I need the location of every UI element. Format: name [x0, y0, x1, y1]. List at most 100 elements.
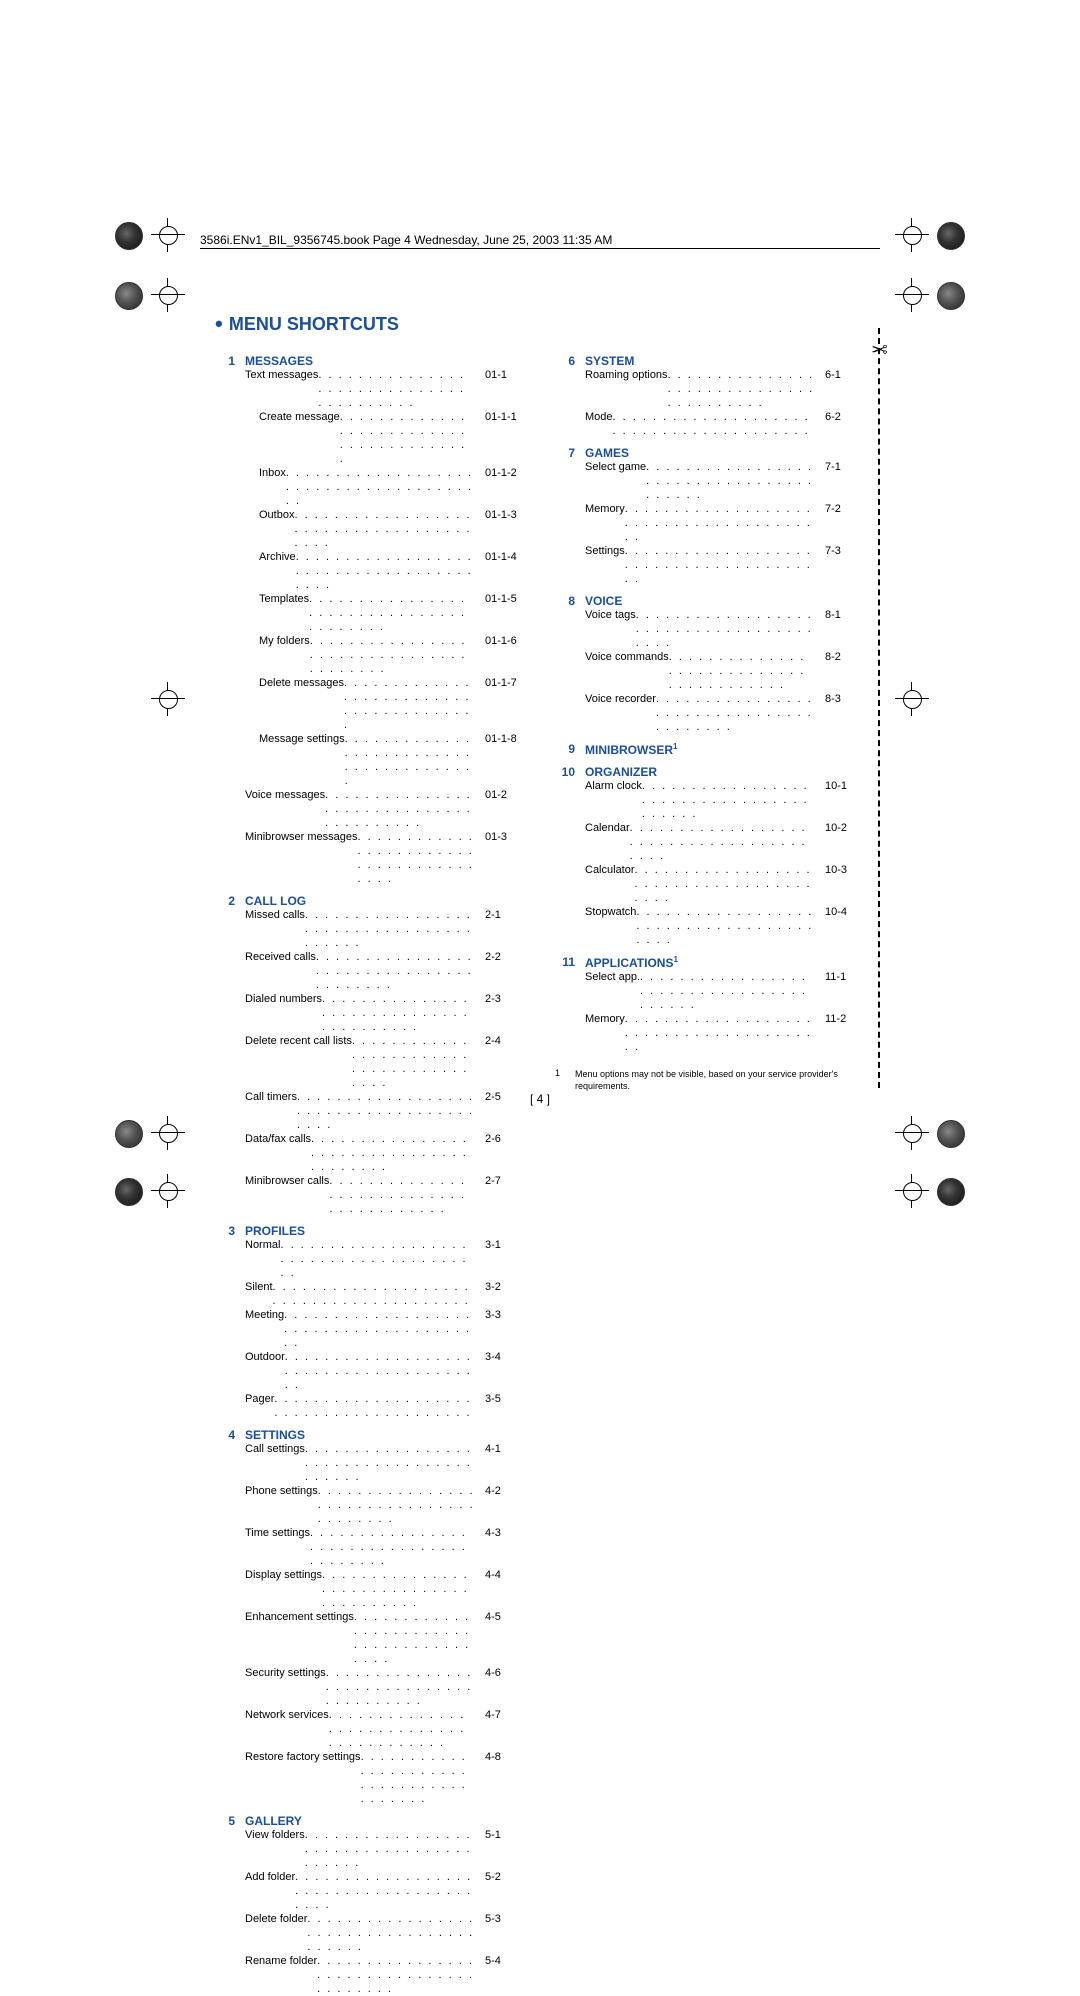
- toc-item-label: Received calls: [245, 950, 316, 992]
- toc-item-label: View folders: [245, 1828, 305, 1870]
- toc-item-label: Archive: [259, 550, 296, 592]
- header-rule: [200, 248, 880, 249]
- section-header: 10ORGANIZER: [555, 765, 865, 779]
- section-header: 3PROFILES: [215, 1224, 525, 1238]
- leader-dots: [354, 1610, 475, 1666]
- footnote-marker: 1: [673, 742, 677, 751]
- toc-item: Calendar10-2: [585, 821, 865, 863]
- toc-item-code: 5-1: [475, 1828, 525, 1870]
- toc-item-code: 4-6: [475, 1666, 525, 1708]
- toc-item: Settings7-3: [585, 544, 865, 586]
- leader-dots: [273, 1280, 475, 1308]
- toc-item-code: 10-2: [815, 821, 865, 863]
- toc-item-code: 6-2: [815, 410, 865, 438]
- section-header: 1 MESSAGES: [215, 354, 525, 368]
- toc-item: Templates01-1-5: [259, 592, 525, 634]
- toc-item-label: Select game: [585, 460, 646, 502]
- toc-item-code: 01-1-5: [475, 592, 525, 634]
- toc-item-code: 10-3: [815, 863, 865, 905]
- toc-item: Select app.11-1: [585, 970, 865, 1012]
- toc-item: Outdoor3-4: [245, 1350, 525, 1392]
- crop-mark-icon: [115, 222, 143, 250]
- toc-item-label: Memory: [585, 1012, 625, 1054]
- toc-item-label: Voice commands: [585, 650, 669, 692]
- toc-item: Enhancement settings4-5: [245, 1610, 525, 1666]
- toc-item-label: Outdoor: [245, 1350, 285, 1392]
- page: 3586i.ENv1_BIL_9356745.book Page 4 Wedne…: [0, 0, 1080, 1397]
- leader-dots: [310, 1526, 475, 1568]
- toc-item-code: 01-1-4: [475, 550, 525, 592]
- toc-item: Meeting3-3: [245, 1308, 525, 1350]
- toc-item-label: Delete folder: [245, 1912, 307, 1954]
- toc-item: Minibrowser calls2-7: [245, 1174, 525, 1216]
- toc-item: Call settings4-1: [245, 1442, 525, 1484]
- page-number: [ 4 ]: [0, 1092, 1080, 1106]
- toc-item-code: 5-3: [475, 1912, 525, 1954]
- toc-item-label: Phone settings: [245, 1484, 318, 1526]
- leader-dots: [329, 1708, 475, 1750]
- toc-item: Memory7-2: [585, 502, 865, 544]
- cut-line: [878, 328, 880, 1088]
- toc-item-label: Delete messages: [259, 676, 344, 732]
- toc-item: Alarm clock10-1: [585, 779, 865, 821]
- toc-item-code: 01-1-3: [475, 508, 525, 550]
- toc-item-label: Time settings: [245, 1526, 310, 1568]
- crop-mark-icon: [115, 1178, 143, 1206]
- toc-item: Display settings4-4: [245, 1568, 525, 1610]
- toc-item-code: 11-2: [815, 1012, 865, 1054]
- toc-item-code: 10-1: [815, 779, 865, 821]
- section-number: 9: [555, 742, 575, 757]
- toc-item-code: 01-2: [475, 788, 525, 830]
- crosshair-icon: [899, 1178, 925, 1204]
- section-header: 7GAMES: [555, 446, 865, 460]
- leader-dots: [630, 821, 815, 863]
- toc-item-code: 01-1-6: [475, 634, 525, 676]
- leader-dots: [305, 1442, 475, 1484]
- toc-item-label: Create message: [259, 410, 340, 466]
- toc-item-code: 2-1: [475, 908, 525, 950]
- toc-item-label: Dialed numbers: [245, 992, 322, 1034]
- toc-item: Dialed numbers2-3: [245, 992, 525, 1034]
- toc-item-code: 01-1-1: [475, 410, 525, 466]
- toc-item-label: Delete recent call lists: [245, 1034, 352, 1090]
- page-title: Menu shortcuts: [215, 310, 865, 336]
- footnote-marker: 1: [673, 955, 677, 964]
- toc-item: Phone settings4-2: [245, 1484, 525, 1526]
- toc-item: Select game7-1: [585, 460, 865, 502]
- toc-item: Delete folder 5-3: [245, 1912, 525, 1954]
- toc-item-code: 7-3: [815, 544, 865, 586]
- right-column: 6SYSTEMRoaming options6-1Mode6-27GAMESSe…: [555, 346, 865, 1996]
- leader-dots: [325, 788, 475, 830]
- crop-mark-icon: [937, 1178, 965, 1206]
- section-number: 4: [215, 1428, 235, 1442]
- toc-item-code: 11-1: [815, 970, 865, 1012]
- toc-item-label: Calculator: [585, 863, 635, 905]
- leader-dots: [625, 502, 815, 544]
- toc-item-label: Meeting: [245, 1308, 284, 1350]
- crop-mark-icon: [937, 1120, 965, 1148]
- crosshair-icon: [899, 1120, 925, 1146]
- leader-dots: [294, 508, 475, 550]
- section-number: 1: [215, 354, 235, 368]
- toc-item: Delete recent call lists2-4: [245, 1034, 525, 1090]
- toc-item-code: 8-3: [815, 692, 865, 734]
- toc-item-label: Inbox: [259, 466, 286, 508]
- section-title: MESSAGES: [245, 354, 313, 368]
- toc-item: Missed calls2-1: [245, 908, 525, 950]
- toc-item-code: 5-2: [475, 1870, 525, 1912]
- section-number: 11: [555, 955, 575, 970]
- toc-item: View folders 5-1: [245, 1828, 525, 1870]
- section-number: 7: [555, 446, 575, 460]
- toc-item: Time settings4-3: [245, 1526, 525, 1568]
- crop-mark-icon: [937, 282, 965, 310]
- toc-item-code: 7-2: [815, 502, 865, 544]
- toc-item-label: Stopwatch: [585, 905, 636, 947]
- toc-item: Silent3-2: [245, 1280, 525, 1308]
- leader-dots: [318, 368, 475, 410]
- crop-mark-icon: [937, 222, 965, 250]
- section-title: SYSTEM: [585, 354, 634, 368]
- toc-item-label: Voice recorder: [585, 692, 656, 734]
- toc-item-label: My folders: [259, 634, 310, 676]
- toc-item-label: Call settings: [245, 1442, 305, 1484]
- toc-item-label: Security settings: [245, 1666, 326, 1708]
